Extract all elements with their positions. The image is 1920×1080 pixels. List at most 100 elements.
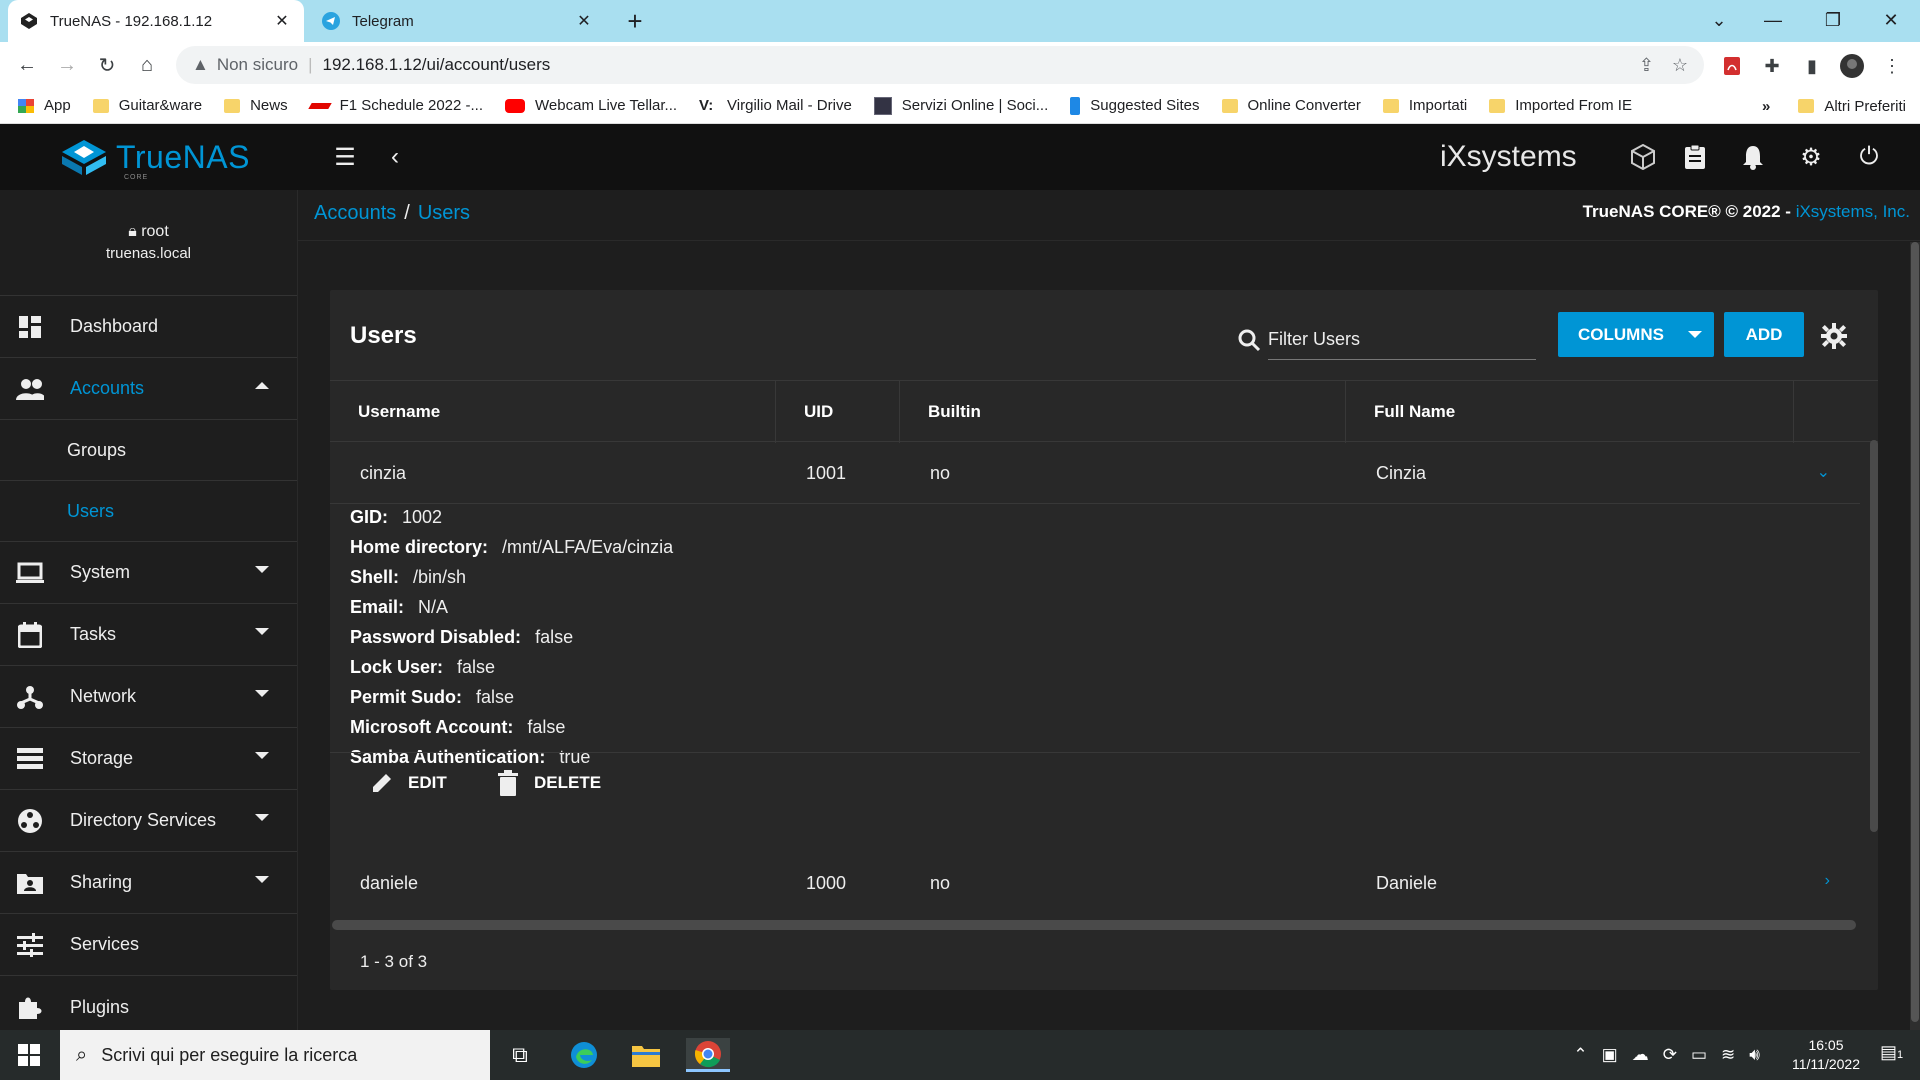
collapse-chevron-icon[interactable]: ‹	[380, 142, 410, 172]
ixsystems-link[interactable]: iXsystems, Inc.	[1796, 202, 1910, 221]
minimize-icon[interactable]: —	[1744, 0, 1802, 40]
accounts-icon	[16, 375, 44, 403]
header-uid[interactable]: UID	[776, 381, 900, 443]
bookmark-star-icon[interactable]: ☆	[1672, 55, 1688, 76]
edit-button[interactable]: EDIT	[368, 769, 447, 797]
sidebar-item-groups[interactable]: Groups	[0, 420, 297, 481]
bookmark-importati[interactable]: Importati	[1382, 97, 1467, 114]
back-icon[interactable]: ←	[12, 50, 42, 80]
cell-uid: 1000	[806, 872, 847, 893]
edge-icon[interactable]	[562, 1038, 606, 1072]
chevron-right-icon[interactable]: ›	[1825, 872, 1830, 890]
menu-hamburger-icon[interactable]: ☰	[330, 142, 360, 172]
file-explorer-icon[interactable]	[624, 1038, 668, 1072]
truenas-logo[interactable]: TrueNAS CORE	[60, 138, 250, 181]
breadcrumb-accounts[interactable]: Accounts	[314, 202, 396, 224]
bookmark-servizi[interactable]: Servizi Online | Soci...	[873, 96, 1048, 115]
update-icon[interactable]: ⟳	[1663, 1045, 1677, 1065]
close-window-icon[interactable]: ✕	[1862, 0, 1920, 40]
bell-icon[interactable]	[1738, 142, 1768, 172]
other-bookmarks[interactable]: Altri Preferiti	[1824, 98, 1906, 115]
sidebar-item-storage[interactable]: Storage	[0, 728, 297, 790]
vertical-scrollbar[interactable]	[1870, 440, 1878, 832]
volume-icon[interactable]: 🔊︎	[1749, 1045, 1760, 1065]
columns-button[interactable]: COLUMNS	[1558, 312, 1714, 357]
bookmark-app[interactable]: App	[18, 97, 71, 114]
onedrive-icon[interactable]: ☁	[1632, 1045, 1649, 1065]
tray-overflow-icon[interactable]: ⌃	[1573, 1045, 1587, 1065]
pdf-extension-icon[interactable]	[1720, 54, 1744, 78]
sidebar-item-sharing[interactable]: Sharing	[0, 852, 297, 914]
task-view-icon[interactable]: ⧉	[498, 1038, 542, 1072]
forward-icon[interactable]: →	[52, 50, 82, 80]
tab-truenas[interactable]: TrueNAS - 192.168.1.12 ✕	[8, 0, 304, 42]
maximize-icon[interactable]: ❐	[1804, 0, 1862, 40]
table-row[interactable]: daniele 1000 no Daniele ›	[330, 852, 1860, 914]
chevron-down-icon[interactable]: ⌄	[1817, 462, 1830, 482]
sidebar-item-network[interactable]: Network	[0, 666, 297, 728]
meet-icon[interactable]: ▣	[1602, 1045, 1618, 1065]
battery-icon[interactable]: ▭	[1691, 1045, 1707, 1065]
sidebar-item-tasks[interactable]: Tasks	[0, 604, 297, 666]
taskbar-search[interactable]: ⌕ Scrivi qui per eseguire la ricerca	[60, 1030, 490, 1080]
browser-menu-icon[interactable]: ⋮	[1880, 54, 1904, 78]
truenas-favicon	[20, 12, 38, 30]
header-username[interactable]: Username	[330, 381, 776, 443]
truecommand-icon[interactable]	[1628, 142, 1658, 172]
sidebar-item-system[interactable]: System	[0, 542, 297, 604]
breadcrumb-users[interactable]: Users	[418, 202, 470, 224]
bookmark-virgilio[interactable]: V: Virgilio Mail - Drive	[699, 97, 852, 114]
apps-grid-icon	[18, 98, 34, 113]
windows-start-icon[interactable]	[18, 1044, 40, 1066]
bookmark-suggested[interactable]: Suggested Sites	[1070, 96, 1200, 115]
table-settings-gear-icon[interactable]	[1820, 322, 1848, 350]
power-icon[interactable]: ⏻	[1854, 142, 1884, 172]
close-tab-icon[interactable]: ✕	[272, 11, 292, 31]
taskbar-clock[interactable]: 16:05 11/11/2022	[1792, 1036, 1860, 1074]
notification-center-icon[interactable]: ▤1	[1880, 1042, 1910, 1068]
bookmarks-overflow-button[interactable]: »	[1762, 98, 1770, 115]
filter-users-input[interactable]	[1268, 329, 1536, 350]
folder-icon	[224, 98, 241, 113]
page-scrollbar[interactable]	[1910, 242, 1920, 1032]
bookmark-webcam[interactable]: Webcam Live Tellar...	[505, 97, 677, 114]
task-manager-icon[interactable]	[1680, 142, 1710, 172]
bookmark-news[interactable]: News	[224, 97, 288, 114]
sidebar-item-directory-services[interactable]: Directory Services	[0, 790, 297, 852]
settings-gear-icon[interactable]: ⚙	[1796, 142, 1826, 172]
sidebar-item-users[interactable]: Users	[0, 481, 297, 542]
wifi-icon[interactable]: ≋	[1721, 1045, 1735, 1065]
sidebar-item-accounts[interactable]: Accounts	[0, 358, 297, 420]
virgilio-icon: V:	[699, 96, 714, 114]
bookmark-imported-ie[interactable]: Imported From IE	[1489, 97, 1632, 114]
tab-search-icon[interactable]: ⌄	[1690, 0, 1748, 40]
logo-sub: CORE	[124, 174, 149, 181]
sidebar-item-plugins[interactable]: Plugins	[0, 976, 297, 1038]
horizontal-scrollbar[interactable]	[332, 920, 1856, 930]
home-icon[interactable]: ⌂	[132, 50, 162, 80]
reload-icon[interactable]: ↻	[92, 50, 122, 80]
address-bar[interactable]: ▲ Non sicuro | 192.168.1.12/ui/account/u…	[176, 46, 1704, 84]
folder-icon	[1382, 98, 1399, 113]
sidebar-item-services[interactable]: Services	[0, 914, 297, 976]
bookmark-converter[interactable]: Online Converter	[1221, 97, 1361, 114]
side-panel-icon[interactable]: ▮	[1800, 54, 1824, 78]
chrome-icon[interactable]	[686, 1038, 730, 1072]
security-label: Non sicuro	[216, 55, 299, 74]
header-builtin[interactable]: Builtin	[900, 381, 1346, 443]
tab-telegram[interactable]: Telegram ✕	[310, 0, 606, 42]
table-row[interactable]: cinzia 1001 no Cinzia ⌄	[330, 442, 1860, 504]
new-tab-button[interactable]: +	[620, 6, 650, 36]
sidebar-item-dashboard[interactable]: Dashboard	[0, 296, 297, 358]
extensions-puzzle-icon[interactable]: ✚	[1760, 54, 1784, 78]
add-user-button[interactable]: ADD	[1724, 312, 1804, 357]
bookmark-guitarware[interactable]: Guitar&ware	[92, 97, 202, 114]
delete-button[interactable]: DELETE	[494, 769, 601, 797]
profile-avatar[interactable]	[1840, 54, 1864, 78]
page-scrollbar-thumb[interactable]	[1911, 242, 1919, 1022]
share-icon[interactable]: ⇪	[1639, 55, 1654, 76]
header-full-name[interactable]: Full Name	[1346, 381, 1794, 443]
bookmark-f1[interactable]: F1 Schedule 2022 -...	[307, 97, 483, 114]
folder-icon	[92, 98, 109, 113]
close-tab-icon[interactable]: ✕	[574, 11, 594, 31]
